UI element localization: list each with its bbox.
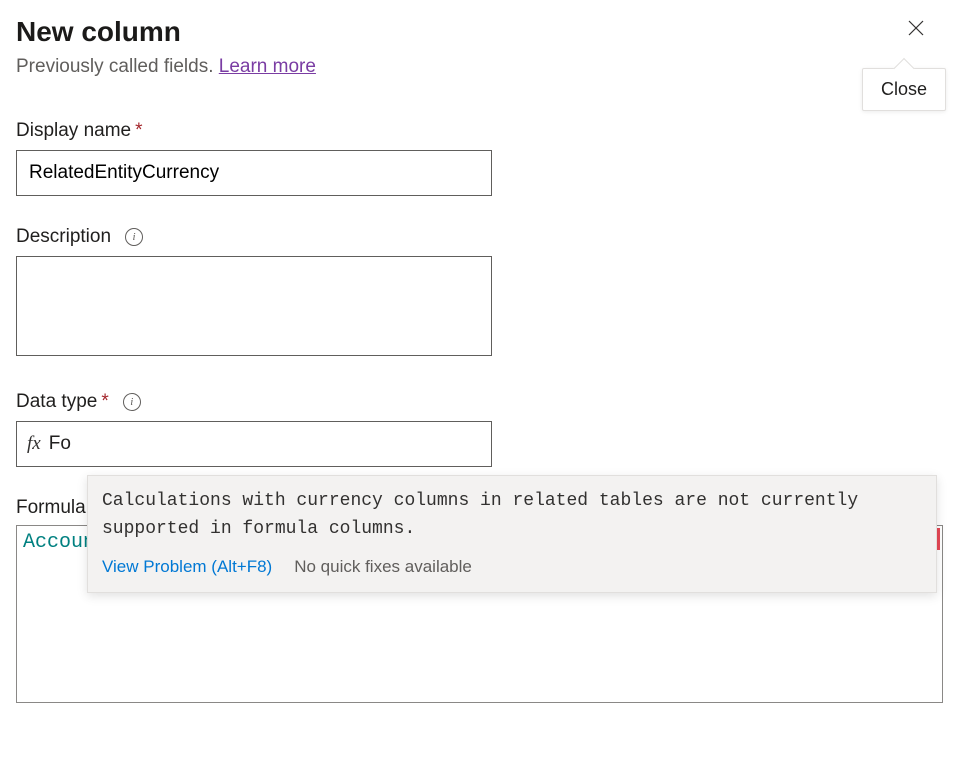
subtitle-text: Previously called fields. (16, 56, 219, 77)
close-icon (906, 18, 926, 38)
display-name-group: Display name* (16, 120, 942, 196)
page-subtitle: Previously called fields. Learn more (16, 56, 316, 78)
page-title: New column (16, 16, 316, 48)
view-problem-link[interactable]: View Problem (Alt+F8) (102, 554, 272, 580)
description-label: Description (16, 226, 111, 248)
data-type-select[interactable]: fx Fo (16, 421, 492, 467)
display-name-input[interactable] (16, 150, 492, 196)
info-icon[interactable]: i (125, 228, 143, 246)
learn-more-link[interactable]: Learn more (219, 56, 316, 77)
no-fixes-text: No quick fixes available (294, 554, 472, 580)
display-name-label: Display name* (16, 120, 143, 142)
error-message: Calculations with currency columns in re… (102, 488, 922, 544)
error-popup: Calculations with currency columns in re… (87, 475, 937, 593)
required-indicator: * (101, 391, 108, 412)
description-input[interactable] (16, 256, 492, 356)
description-group: Description i (16, 226, 942, 361)
required-indicator: * (135, 120, 142, 141)
formula-label: Formula (16, 497, 86, 519)
data-type-group: Data type* i fx Fo (16, 391, 942, 467)
fx-icon: fx (27, 433, 41, 455)
close-tooltip: Close (862, 68, 946, 111)
data-type-label: Data type* (16, 391, 109, 413)
info-icon[interactable]: i (123, 393, 141, 411)
data-type-value: Fo (49, 433, 71, 455)
close-button[interactable] (902, 14, 930, 42)
